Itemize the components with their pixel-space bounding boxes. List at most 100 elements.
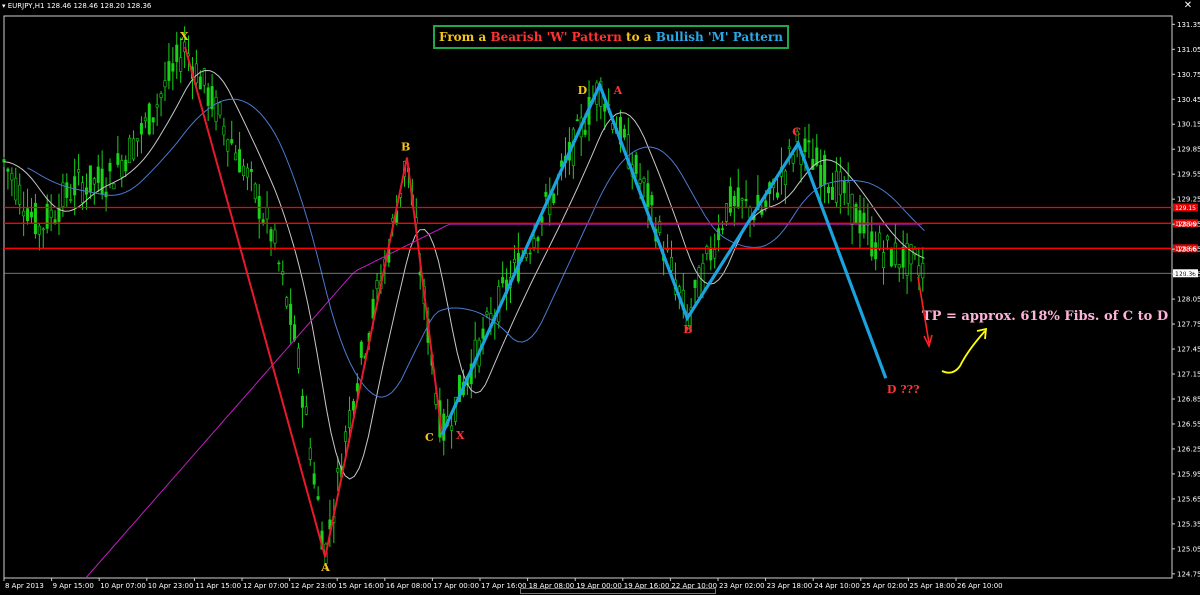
candle-body — [41, 228, 45, 231]
y-tick-label: 129.55 — [1177, 171, 1200, 179]
candle-body — [312, 473, 316, 485]
candle-body — [6, 168, 10, 172]
x-tick-label: 11 Apr 15:00 — [195, 582, 241, 590]
candle-body — [49, 209, 53, 218]
candle-body — [277, 262, 281, 265]
candle-body — [175, 44, 179, 62]
pattern-point-label: C — [792, 125, 801, 138]
candle-body — [776, 192, 780, 198]
candle-body — [552, 193, 556, 203]
candle-body — [830, 186, 834, 200]
candle-body — [787, 146, 791, 149]
d-question-label: D ??? — [887, 383, 920, 396]
candle-body — [909, 244, 913, 265]
candle-body — [253, 183, 257, 200]
candle-body — [88, 165, 92, 192]
candle-body — [132, 138, 136, 160]
candle-body — [701, 263, 705, 293]
candle-body — [348, 410, 352, 428]
candle-body — [293, 324, 297, 341]
candle-body — [811, 158, 815, 170]
candle-body — [206, 87, 210, 106]
candle-body — [485, 311, 489, 315]
y-tick-label: 130.75 — [1177, 71, 1200, 79]
x-tick-label: 15 Apr 16:00 — [338, 582, 384, 590]
candle-body — [536, 237, 540, 242]
candle-body — [850, 193, 854, 226]
candle-body — [29, 211, 33, 218]
candle-body — [139, 123, 143, 135]
candle-body — [242, 165, 246, 177]
y-tick-label: 128.35 — [1177, 271, 1200, 279]
price-chart[interactable]: 129.15128.96128.66128.36131.35131.05130.… — [0, 0, 1200, 595]
candle-body — [135, 138, 139, 142]
candle-body — [261, 219, 265, 223]
x-tick-label: 12 Apr 07:00 — [243, 582, 289, 590]
candle-body — [300, 395, 304, 408]
candle-body — [838, 171, 842, 196]
candle-body — [226, 139, 230, 152]
candle-body — [885, 235, 889, 241]
chart-window: ▾ EURJPY,H1 128.46 128.46 128.20 128.36 … — [0, 0, 1200, 595]
candle-body — [159, 93, 163, 98]
x-tick-label: 24 Apr 10:00 — [814, 582, 860, 590]
candle-body — [783, 170, 787, 185]
candle-body — [73, 176, 77, 196]
candle-body — [858, 210, 862, 234]
candle-body — [524, 253, 528, 259]
headline-part-4: Bullish 'M' Pattern — [655, 30, 783, 44]
candle-body — [18, 184, 22, 205]
x-tick-label: 8 Apr 2013 — [5, 582, 44, 590]
candle-body — [622, 128, 626, 138]
horizontal-scrollbar[interactable] — [520, 588, 716, 594]
y-tick-label: 125.05 — [1177, 545, 1200, 553]
candle-body — [22, 210, 26, 217]
y-tick-label: 128.95 — [1177, 221, 1200, 229]
candle-body — [143, 117, 147, 122]
candle-body — [846, 181, 850, 204]
candle-body — [697, 267, 701, 298]
candle-body — [316, 496, 320, 500]
candle-body — [713, 249, 717, 259]
candle-body — [709, 247, 713, 261]
candle-body — [37, 225, 41, 235]
candle-body — [764, 200, 768, 208]
tp-annotation: TP = approx. 618% Fibs. of C to D — [922, 309, 1168, 324]
candle-body — [116, 153, 120, 165]
candle-body — [198, 76, 202, 90]
candle-body — [308, 447, 312, 460]
pattern-point-label: B — [401, 141, 410, 154]
y-tick-label: 129.25 — [1177, 196, 1200, 204]
candle-body — [163, 80, 167, 88]
candle-body — [179, 57, 183, 72]
candle-body — [646, 183, 650, 209]
y-tick-label: 124.75 — [1177, 570, 1200, 578]
candle-body — [155, 104, 159, 108]
y-tick-label: 125.95 — [1177, 470, 1200, 478]
y-tick-label: 129.85 — [1177, 146, 1200, 154]
candle-body — [265, 207, 269, 220]
pattern-point-label: X — [180, 30, 189, 43]
candle-body — [26, 208, 30, 221]
candle-body — [528, 252, 532, 255]
candle-body — [874, 242, 878, 260]
candle-body — [230, 139, 234, 144]
candle-body — [575, 119, 579, 122]
candle-body — [167, 61, 171, 81]
candle-body — [870, 231, 874, 257]
candle-body — [194, 63, 198, 84]
candle-body — [296, 347, 300, 369]
candle-body — [100, 168, 104, 195]
x-tick-label: 23 Apr 18:00 — [767, 582, 813, 590]
candle-body — [532, 238, 536, 248]
candle-body — [634, 154, 638, 174]
candle-body — [151, 117, 155, 123]
y-tick-label: 127.15 — [1177, 371, 1200, 379]
candle-body — [249, 169, 253, 172]
x-tick-label: 25 Apr 02:00 — [862, 582, 908, 590]
candle-body — [732, 196, 736, 207]
candle-body — [650, 195, 654, 206]
candle-body — [728, 186, 732, 213]
candle-body — [92, 178, 96, 185]
candle-body — [53, 219, 57, 224]
